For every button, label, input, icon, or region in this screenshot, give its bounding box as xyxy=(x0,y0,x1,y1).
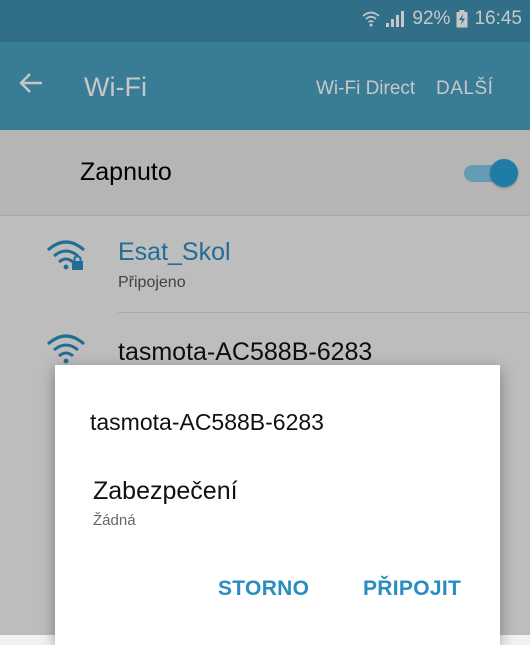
connect-button[interactable]: PŘIPOJIT xyxy=(363,577,461,601)
security-label: Zabezpečení xyxy=(93,477,238,505)
connect-dialog: tasmota-AC588B-6283 Zabezpečení Žádná ST… xyxy=(55,365,500,645)
dialog-title: tasmota-AC588B-6283 xyxy=(90,409,324,435)
cancel-button[interactable]: STORNO xyxy=(218,577,309,601)
security-value: Žádná xyxy=(93,512,136,529)
